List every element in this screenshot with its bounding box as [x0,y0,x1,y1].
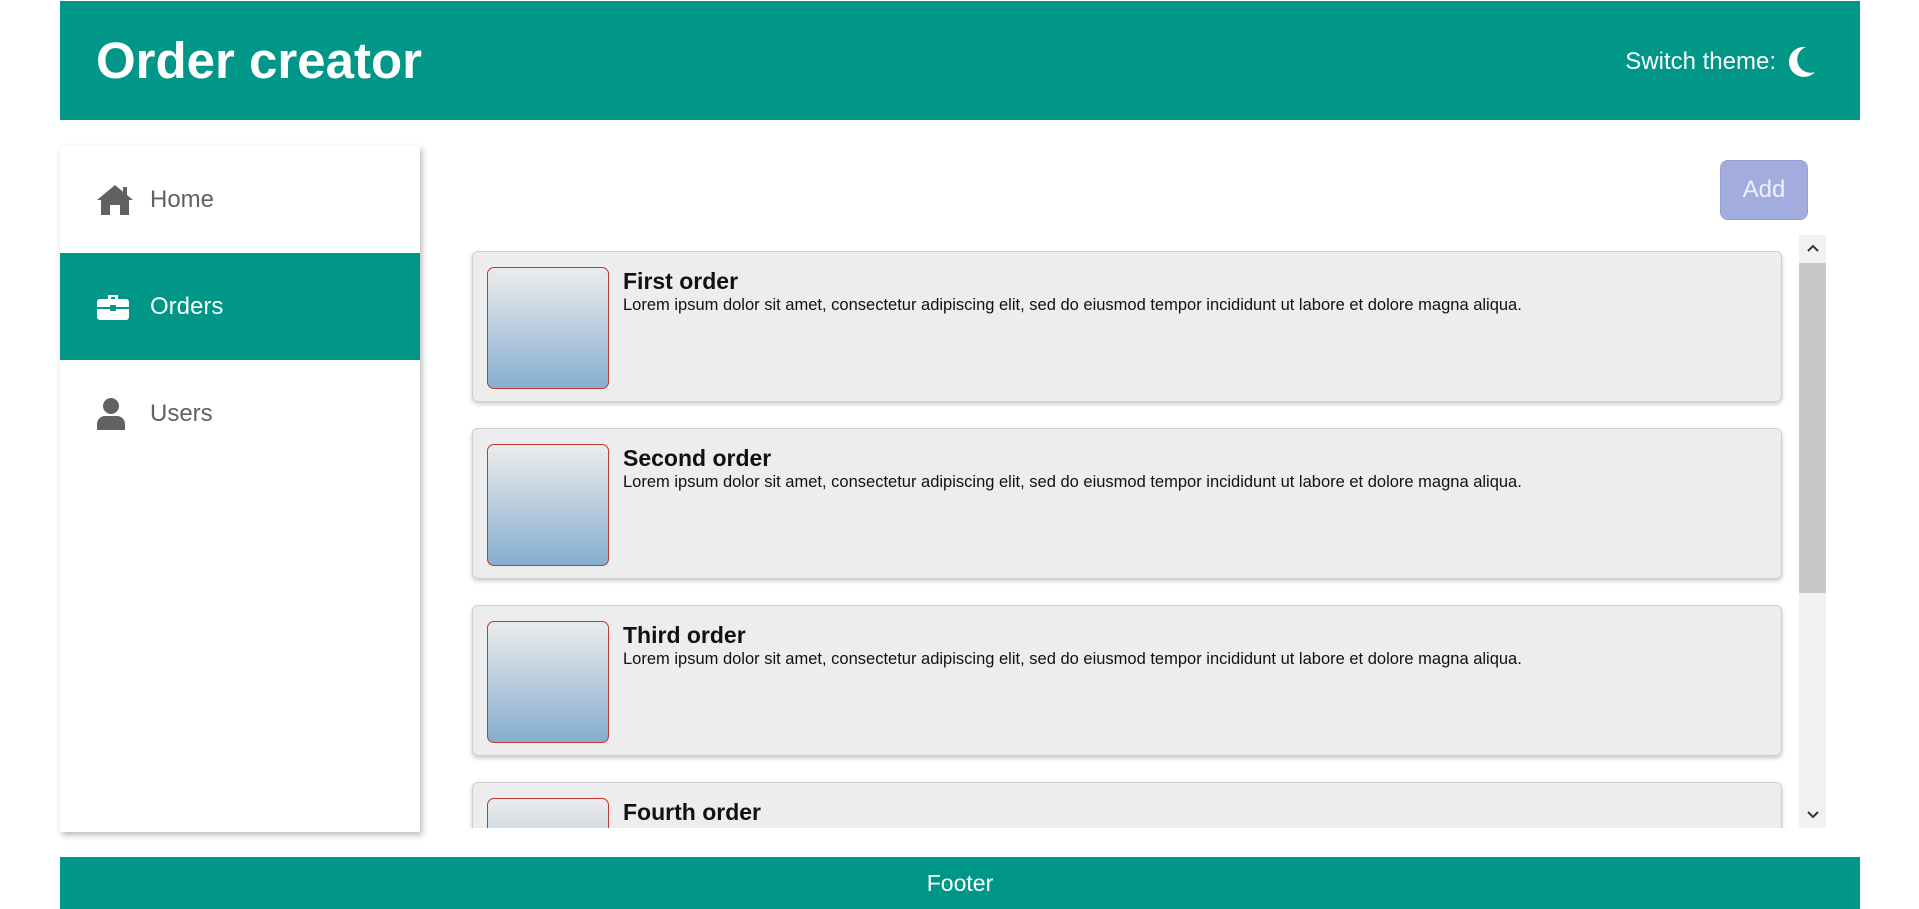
app-footer: Footer [60,857,1860,909]
moon-icon[interactable] [1786,45,1816,79]
scrollbar-thumb[interactable] [1799,263,1826,593]
order-description: Lorem ipsum dolor sit amet, consectetur … [623,650,1522,668]
sidebar-item-users[interactable]: Users [60,360,420,467]
order-title: Third order [623,622,746,648]
sidebar-item-home[interactable]: Home [60,146,420,253]
order-description: Lorem ipsum dolor sit amet, consectetur … [623,296,1522,314]
order-thumbnail [487,444,609,566]
app-root: Order creator Switch theme: Home Orders … [60,1,1860,909]
sidebar: Home Orders Users [60,146,420,832]
order-thumbnail [487,621,609,743]
order-list-scrollbar[interactable] [1799,235,1826,828]
app-title: Order creator [96,32,422,89]
home-icon [96,182,136,218]
order-card[interactable]: Third order Lorem ipsum dolor sit amet, … [472,605,1782,756]
chevron-up-icon[interactable] [1799,235,1826,261]
order-thumbnail [487,267,609,389]
sidebar-item-label: Orders [150,292,224,320]
order-thumbnail [487,798,609,828]
add-button[interactable]: Add [1720,160,1808,220]
order-description: Lorem ipsum dolor sit amet, consectetur … [623,473,1522,491]
theme-switcher: Switch theme: [1625,45,1816,79]
order-card[interactable]: First order Lorem ipsum dolor sit amet, … [472,251,1782,402]
chevron-down-icon[interactable] [1799,802,1826,828]
order-title: First order [623,268,739,294]
order-title: Fourth order [623,799,761,825]
order-card[interactable]: Fourth order [472,782,1782,828]
app-header: Order creator Switch theme: [60,1,1860,120]
sidebar-item-label: Users [150,399,213,427]
footer-label: Footer [926,869,994,896]
briefcase-icon [96,289,136,325]
sidebar-item-label: Home [150,185,215,213]
user-icon [96,396,136,432]
switch-theme-label: Switch theme: [1625,48,1776,75]
sidebar-item-orders[interactable]: Orders [60,253,420,360]
order-list: First order Lorem ipsum dolor sit amet, … [460,235,1840,828]
order-title: Second order [623,445,772,471]
order-card[interactable]: Second order Lorem ipsum dolor sit amet,… [472,428,1782,579]
